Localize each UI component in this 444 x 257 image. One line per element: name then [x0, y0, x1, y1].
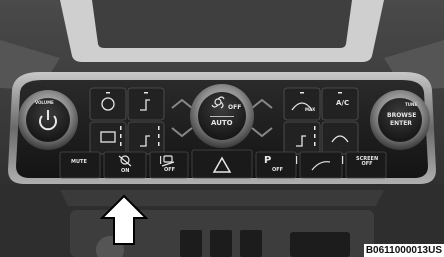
enter-label: ENTER	[390, 120, 412, 127]
stop-start-on-label: ON	[121, 168, 130, 174]
tune-label: TUNE	[405, 102, 418, 107]
recirculation-button[interactable]	[321, 121, 359, 155]
auto-label: AUTO	[211, 119, 233, 127]
volume-label: VOLUME	[35, 100, 54, 105]
park-assist-off-label: OFF	[272, 167, 284, 173]
dashboard-photo: VOLUME OFF AUTO MUTE ON OFF P OFF SCREEN…	[0, 0, 444, 257]
ac-label: A/C	[336, 99, 350, 107]
screen	[92, 0, 352, 48]
max-label: MAX	[305, 107, 316, 112]
mute-button[interactable]	[59, 151, 101, 179]
browse-label: BROWSE	[387, 112, 417, 119]
dashboard-illustration	[0, 0, 444, 257]
hazard-button[interactable]	[191, 149, 253, 179]
screen-off-label: SCREEN OFF	[356, 156, 379, 167]
hill-descent-off-label: OFF	[164, 167, 176, 173]
lane-button[interactable]	[299, 151, 343, 179]
park-assist-button[interactable]	[255, 151, 297, 179]
image-code: B0611000013US	[363, 244, 444, 257]
mute-label: MUTE	[71, 159, 87, 165]
park-p-label: P	[264, 155, 272, 166]
off-label: OFF	[228, 104, 242, 111]
